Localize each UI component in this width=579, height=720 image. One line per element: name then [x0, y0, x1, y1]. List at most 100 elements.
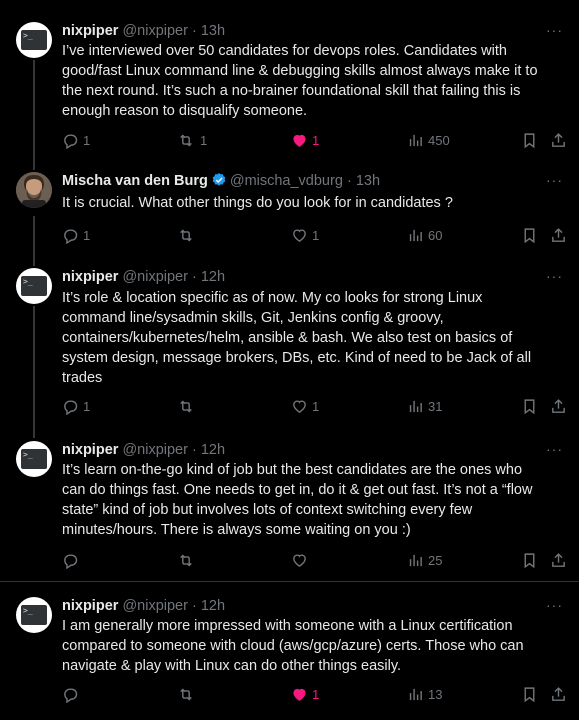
author-handle[interactable]: @nixpiper: [122, 598, 188, 614]
divider: [0, 581, 579, 582]
reply-icon: [64, 400, 78, 415]
author-name[interactable]: nixpiper: [62, 269, 118, 285]
retweet-button[interactable]: [176, 398, 200, 415]
tweet-header: nixpiper @nixpiper · 12h: [62, 441, 539, 459]
more-options-icon[interactable]: ···: [546, 441, 563, 457]
like-count: 1: [312, 228, 320, 243]
timestamp[interactable]: 12h: [201, 442, 225, 458]
profile-photo: [16, 172, 52, 208]
tweet-text-line: It’s learn on-the-go kind of job but the…: [62, 462, 523, 478]
timestamp[interactable]: 12h: [201, 598, 225, 614]
like-button[interactable]: [291, 552, 312, 569]
bookmark-button[interactable]: [521, 552, 538, 569]
retweet-icon: [180, 400, 192, 413]
retweet-icon: [180, 134, 192, 147]
tweet-text-line: I am generally more impressed with someo…: [62, 618, 513, 634]
retweet-button[interactable]: [176, 227, 200, 244]
tweet-text: I’ve interviewed over 50 candidates for …: [62, 41, 565, 121]
tweet-text-line: It’s role & location specific as of now.…: [62, 290, 483, 306]
author-name[interactable]: nixpiper: [62, 442, 118, 458]
more-options-icon[interactable]: ···: [546, 172, 563, 188]
avatar[interactable]: >_: [16, 597, 52, 633]
more-options-icon[interactable]: ···: [546, 597, 563, 613]
share-button[interactable]: [550, 686, 567, 703]
reply-button[interactable]: [62, 552, 83, 569]
tweet-text-line: containers/kubernetes/helm, ansible & ba…: [62, 330, 513, 346]
like-button[interactable]: 1: [291, 132, 319, 149]
share-button[interactable]: [550, 227, 567, 244]
retweet-button[interactable]: [176, 552, 200, 569]
tweet-header: nixpiper @nixpiper · 13h: [62, 22, 539, 40]
views-button[interactable]: 31: [407, 398, 442, 415]
author-name[interactable]: nixpiper: [62, 23, 118, 39]
views-count: 13: [428, 687, 443, 702]
timestamp[interactable]: 13h: [201, 23, 225, 39]
like-button[interactable]: 1: [291, 686, 319, 703]
views-button[interactable]: 13: [407, 686, 442, 703]
more-options-icon[interactable]: ···: [546, 268, 563, 284]
bookmark-button[interactable]: [521, 686, 538, 703]
avatar[interactable]: [16, 172, 52, 208]
tweet-text-line: I’ve interviewed over 50 candidates for …: [62, 43, 507, 59]
views-count: 60: [428, 228, 443, 243]
timestamp[interactable]: 13h: [356, 173, 380, 189]
share-button[interactable]: [550, 552, 567, 569]
reply-icon: [64, 554, 78, 569]
bookmark-button[interactable]: [521, 132, 538, 149]
like-button[interactable]: 1: [291, 398, 319, 415]
avatar[interactable]: >_: [16, 268, 52, 304]
author-handle[interactable]: @nixpiper: [122, 269, 188, 285]
views-icon: [409, 554, 422, 567]
views-icon: [409, 400, 422, 413]
reply-button[interactable]: 1: [62, 398, 90, 415]
timestamp[interactable]: 12h: [201, 269, 225, 285]
reply-button[interactable]: 1: [62, 227, 90, 244]
bookmark-button[interactable]: [521, 227, 538, 244]
tweet-text-line: system design, message brokers, DBs, etc…: [62, 350, 532, 366]
avatar[interactable]: >_: [16, 22, 52, 58]
tweet-actions: 1 1 1 450: [62, 132, 565, 150]
separator: ·: [191, 598, 197, 614]
thread-line: [33, 306, 35, 438]
thread-line: [33, 60, 35, 170]
retweet-button[interactable]: 1: [176, 132, 207, 149]
share-button[interactable]: [550, 132, 567, 149]
reply-button[interactable]: [62, 686, 83, 703]
tweet-header: nixpiper @nixpiper · 12h: [62, 268, 539, 286]
bookmark-icon: [524, 553, 535, 569]
views-count: 31: [428, 399, 443, 414]
tweet-text-line: command line/sysadmin skills, Git, Jenki…: [62, 310, 444, 326]
bookmark-icon: [524, 399, 535, 415]
views-button[interactable]: 450: [407, 132, 450, 149]
separator: ·: [191, 23, 197, 39]
author-name[interactable]: Mischa van den Burg: [62, 173, 208, 189]
heart-icon: [293, 554, 306, 568]
reply-button[interactable]: 1: [62, 132, 90, 149]
author-handle[interactable]: @nixpiper: [122, 23, 188, 39]
tweet-text-line: It is crucial. What other things do you …: [62, 195, 453, 211]
share-button[interactable]: [550, 398, 567, 415]
bookmark-button[interactable]: [521, 398, 538, 415]
bookmark-icon: [524, 687, 535, 703]
separator: ·: [346, 173, 352, 189]
author-name[interactable]: nixpiper: [62, 598, 118, 614]
tweet-text-line: good/fast Linux command line & debugging…: [62, 63, 538, 79]
author-handle[interactable]: @nixpiper: [122, 442, 188, 458]
tweet-text: It’s learn on-the-go kind of job but the…: [62, 460, 565, 540]
tweet-text-line: trades: [62, 370, 103, 386]
views-count: 25: [428, 553, 443, 568]
views-button[interactable]: 60: [407, 227, 442, 244]
retweet-button[interactable]: [176, 686, 200, 703]
heart-icon: [293, 229, 306, 243]
tweet-actions: 25: [62, 552, 565, 570]
views-button[interactable]: 25: [407, 552, 442, 569]
like-count: 1: [312, 687, 320, 702]
retweet-icon: [180, 554, 192, 567]
like-button[interactable]: 1: [291, 227, 319, 244]
author-handle[interactable]: @mischa_vdburg: [230, 173, 343, 189]
share-icon: [552, 228, 565, 242]
avatar[interactable]: >_: [16, 441, 52, 477]
heart-filled-icon: [293, 134, 306, 147]
more-options-icon[interactable]: ···: [546, 22, 563, 38]
reply-icon: [64, 688, 78, 703]
